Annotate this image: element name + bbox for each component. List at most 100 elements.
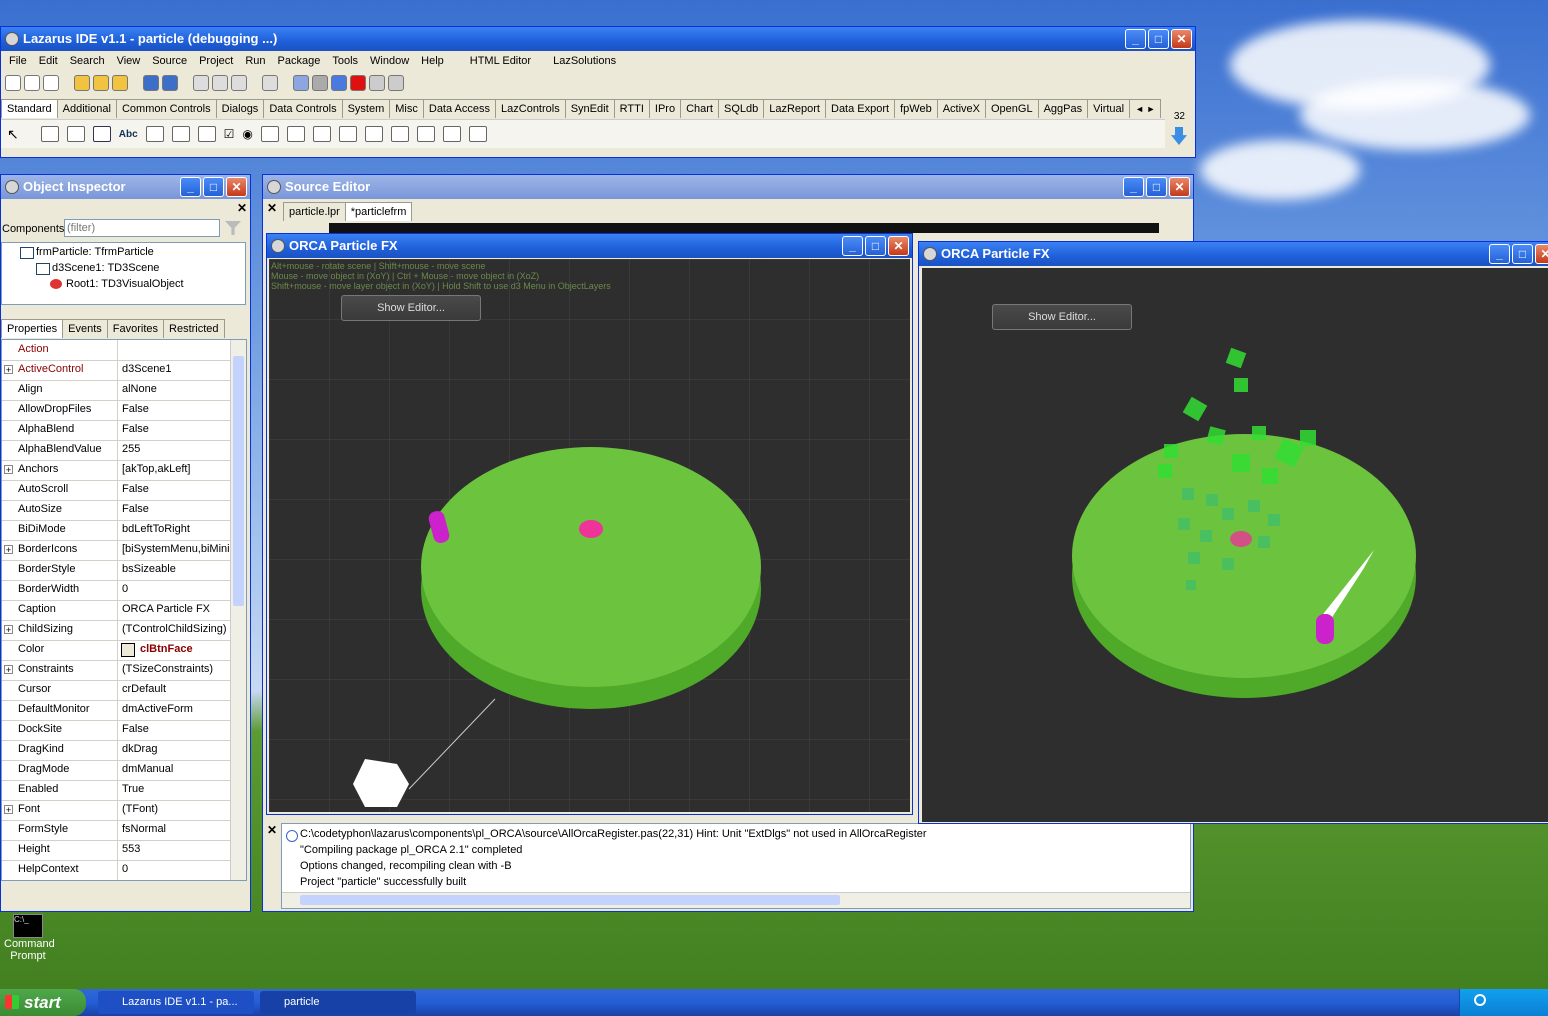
palette-down-arrow-icon[interactable] bbox=[1171, 127, 1187, 145]
close-button[interactable]: ✕ bbox=[226, 177, 247, 197]
tab-aggpas[interactable]: AggPas bbox=[1037, 99, 1089, 118]
checkbox-icon[interactable]: ☑ bbox=[224, 127, 235, 141]
property-value[interactable]: crDefault bbox=[118, 680, 246, 700]
mainmenu-icon[interactable] bbox=[40, 126, 59, 142]
maximize-button[interactable]: □ bbox=[203, 177, 224, 197]
property-row[interactable]: AutoScroll False bbox=[2, 480, 246, 501]
command-prompt-shortcut[interactable]: C:\_ Command Prompt bbox=[4, 914, 55, 962]
property-row[interactable]: DragMode dmManual bbox=[2, 760, 246, 781]
tab-misc[interactable]: Misc bbox=[389, 99, 424, 118]
close-button[interactable]: ✕ bbox=[888, 236, 909, 256]
menu-search[interactable]: Search bbox=[64, 55, 111, 67]
property-value[interactable]: 553 bbox=[118, 840, 246, 860]
tab-events[interactable]: Events bbox=[62, 319, 108, 338]
stop-icon[interactable] bbox=[350, 75, 366, 91]
property-value[interactable]: True bbox=[118, 780, 246, 800]
minimize-button[interactable]: _ bbox=[842, 236, 863, 256]
property-value[interactable]: False bbox=[118, 720, 246, 740]
tab-particle-lpr[interactable]: particle.lpr bbox=[283, 202, 346, 221]
save-icon[interactable] bbox=[143, 75, 159, 91]
property-value[interactable]: 0 bbox=[118, 580, 246, 600]
pointer-icon[interactable]: ↖ bbox=[7, 126, 19, 143]
message-line[interactable]: C:\codetyphon\lazarus\components\pl_ORCA… bbox=[300, 828, 927, 840]
minimize-button[interactable]: _ bbox=[1123, 177, 1144, 197]
tab-activex[interactable]: ActiveX bbox=[936, 99, 986, 118]
tab-synedit[interactable]: SynEdit bbox=[564, 99, 615, 118]
popupmenu-icon[interactable] bbox=[66, 126, 85, 142]
property-row[interactable]: AlphaBlend False bbox=[2, 420, 246, 441]
tab-system[interactable]: System bbox=[341, 99, 391, 118]
minimize-button[interactable]: _ bbox=[1489, 244, 1510, 264]
tab-chart[interactable]: Chart bbox=[680, 99, 719, 118]
menu-source[interactable]: Source bbox=[146, 55, 193, 67]
tab-lazcontrols[interactable]: LazControls bbox=[495, 99, 566, 118]
property-value[interactable]: (TSizeConstraints) bbox=[118, 660, 246, 680]
d3-scene-running[interactable]: Show Editor... bbox=[922, 268, 1548, 822]
property-value[interactable]: (TControlChildSizing) bbox=[118, 620, 246, 640]
property-row[interactable]: Align alNone bbox=[2, 380, 246, 401]
filter-clear-icon[interactable] bbox=[225, 221, 241, 235]
property-row[interactable]: AutoSize False bbox=[2, 500, 246, 521]
property-value[interactable]: False bbox=[118, 480, 246, 500]
close-button[interactable]: ✕ bbox=[1171, 29, 1192, 49]
tab-rtti[interactable]: RTTI bbox=[613, 99, 650, 118]
edit-icon[interactable] bbox=[145, 126, 164, 142]
tab-standard[interactable]: Standard bbox=[1, 99, 58, 118]
menu-help[interactable]: Help bbox=[415, 55, 450, 67]
source-editor-titlebar[interactable]: Source Editor _ □ ✕ bbox=[263, 175, 1193, 199]
tab-properties[interactable]: Properties bbox=[1, 319, 64, 338]
message-line[interactable]: "Compiling package pl_ORCA 2.1" complete… bbox=[300, 844, 522, 856]
maximize-button[interactable]: □ bbox=[1512, 244, 1533, 264]
property-value[interactable]: False bbox=[118, 400, 246, 420]
tab-particlefrm[interactable]: *particlefrm bbox=[344, 202, 413, 221]
radiogroup-icon[interactable] bbox=[364, 126, 383, 142]
build-icon[interactable] bbox=[293, 75, 309, 91]
property-value[interactable]: bsSizeable bbox=[118, 560, 246, 580]
maximize-button[interactable]: □ bbox=[1148, 29, 1169, 49]
expand-icon[interactable]: + bbox=[4, 545, 13, 555]
button-icon[interactable] bbox=[92, 126, 111, 142]
property-value[interactable]: d3Scene1 bbox=[118, 360, 246, 380]
new-file-icon[interactable] bbox=[5, 75, 21, 91]
maximize-button[interactable]: □ bbox=[865, 236, 886, 256]
minimize-button[interactable]: _ bbox=[180, 177, 201, 197]
expand-icon[interactable]: + bbox=[4, 665, 13, 675]
scroll-thumb[interactable] bbox=[233, 356, 244, 606]
groupbox-icon[interactable] bbox=[338, 126, 357, 142]
tab-restricted[interactable]: Restricted bbox=[163, 319, 225, 338]
tab-dialogs[interactable]: Dialogs bbox=[215, 99, 265, 118]
save-all-icon[interactable] bbox=[162, 75, 178, 91]
tab-ipro[interactable]: IPro bbox=[648, 99, 682, 118]
property-row[interactable]: BiDiMode bdLeftToRight bbox=[2, 520, 246, 541]
expand-icon[interactable]: + bbox=[4, 465, 13, 475]
property-row[interactable]: DefaultMonitor dmActiveForm bbox=[2, 700, 246, 721]
open-project-icon[interactable] bbox=[112, 75, 128, 91]
view-forms-icon[interactable] bbox=[231, 75, 247, 91]
main-titlebar[interactable]: Lazarus IDE v1.1 - particle (debugging .… bbox=[1, 27, 1195, 51]
property-row[interactable]: Cursor crDefault bbox=[2, 680, 246, 701]
property-value[interactable]: dmActiveForm bbox=[118, 700, 246, 720]
property-value[interactable]: ORCA Particle FX bbox=[118, 600, 246, 620]
step-over-icon[interactable] bbox=[388, 75, 404, 91]
expand-icon[interactable]: + bbox=[4, 365, 13, 375]
tab-opengl[interactable]: OpenGL bbox=[984, 99, 1039, 118]
orca-running-titlebar[interactable]: ORCA Particle FX _ □ ✕ bbox=[919, 242, 1548, 266]
tab-common-controls[interactable]: Common Controls bbox=[115, 99, 217, 118]
property-value[interactable] bbox=[118, 340, 246, 360]
new-unit-icon[interactable] bbox=[24, 75, 40, 91]
menu-lazsolutions[interactable]: LazSolutions bbox=[547, 55, 622, 67]
new-form-icon[interactable] bbox=[43, 75, 59, 91]
listbox-icon[interactable] bbox=[260, 126, 279, 142]
messages-close-icon[interactable]: ✕ bbox=[267, 823, 277, 837]
message-line[interactable]: Options changed, recompiling clean with … bbox=[300, 860, 512, 872]
property-value[interactable]: bdLeftToRight bbox=[118, 520, 246, 540]
tab-data-controls[interactable]: Data Controls bbox=[263, 99, 343, 118]
property-row[interactable]: DragKind dkDrag bbox=[2, 740, 246, 761]
run-icon[interactable] bbox=[312, 75, 328, 91]
menu-tools[interactable]: Tools bbox=[326, 55, 364, 67]
property-value[interactable]: alNone bbox=[118, 380, 246, 400]
property-row[interactable]: Action bbox=[2, 340, 246, 361]
combobox-icon[interactable] bbox=[286, 126, 305, 142]
property-value[interactable]: 255 bbox=[118, 440, 246, 460]
property-row[interactable]: AlphaBlendValue 255 bbox=[2, 440, 246, 461]
